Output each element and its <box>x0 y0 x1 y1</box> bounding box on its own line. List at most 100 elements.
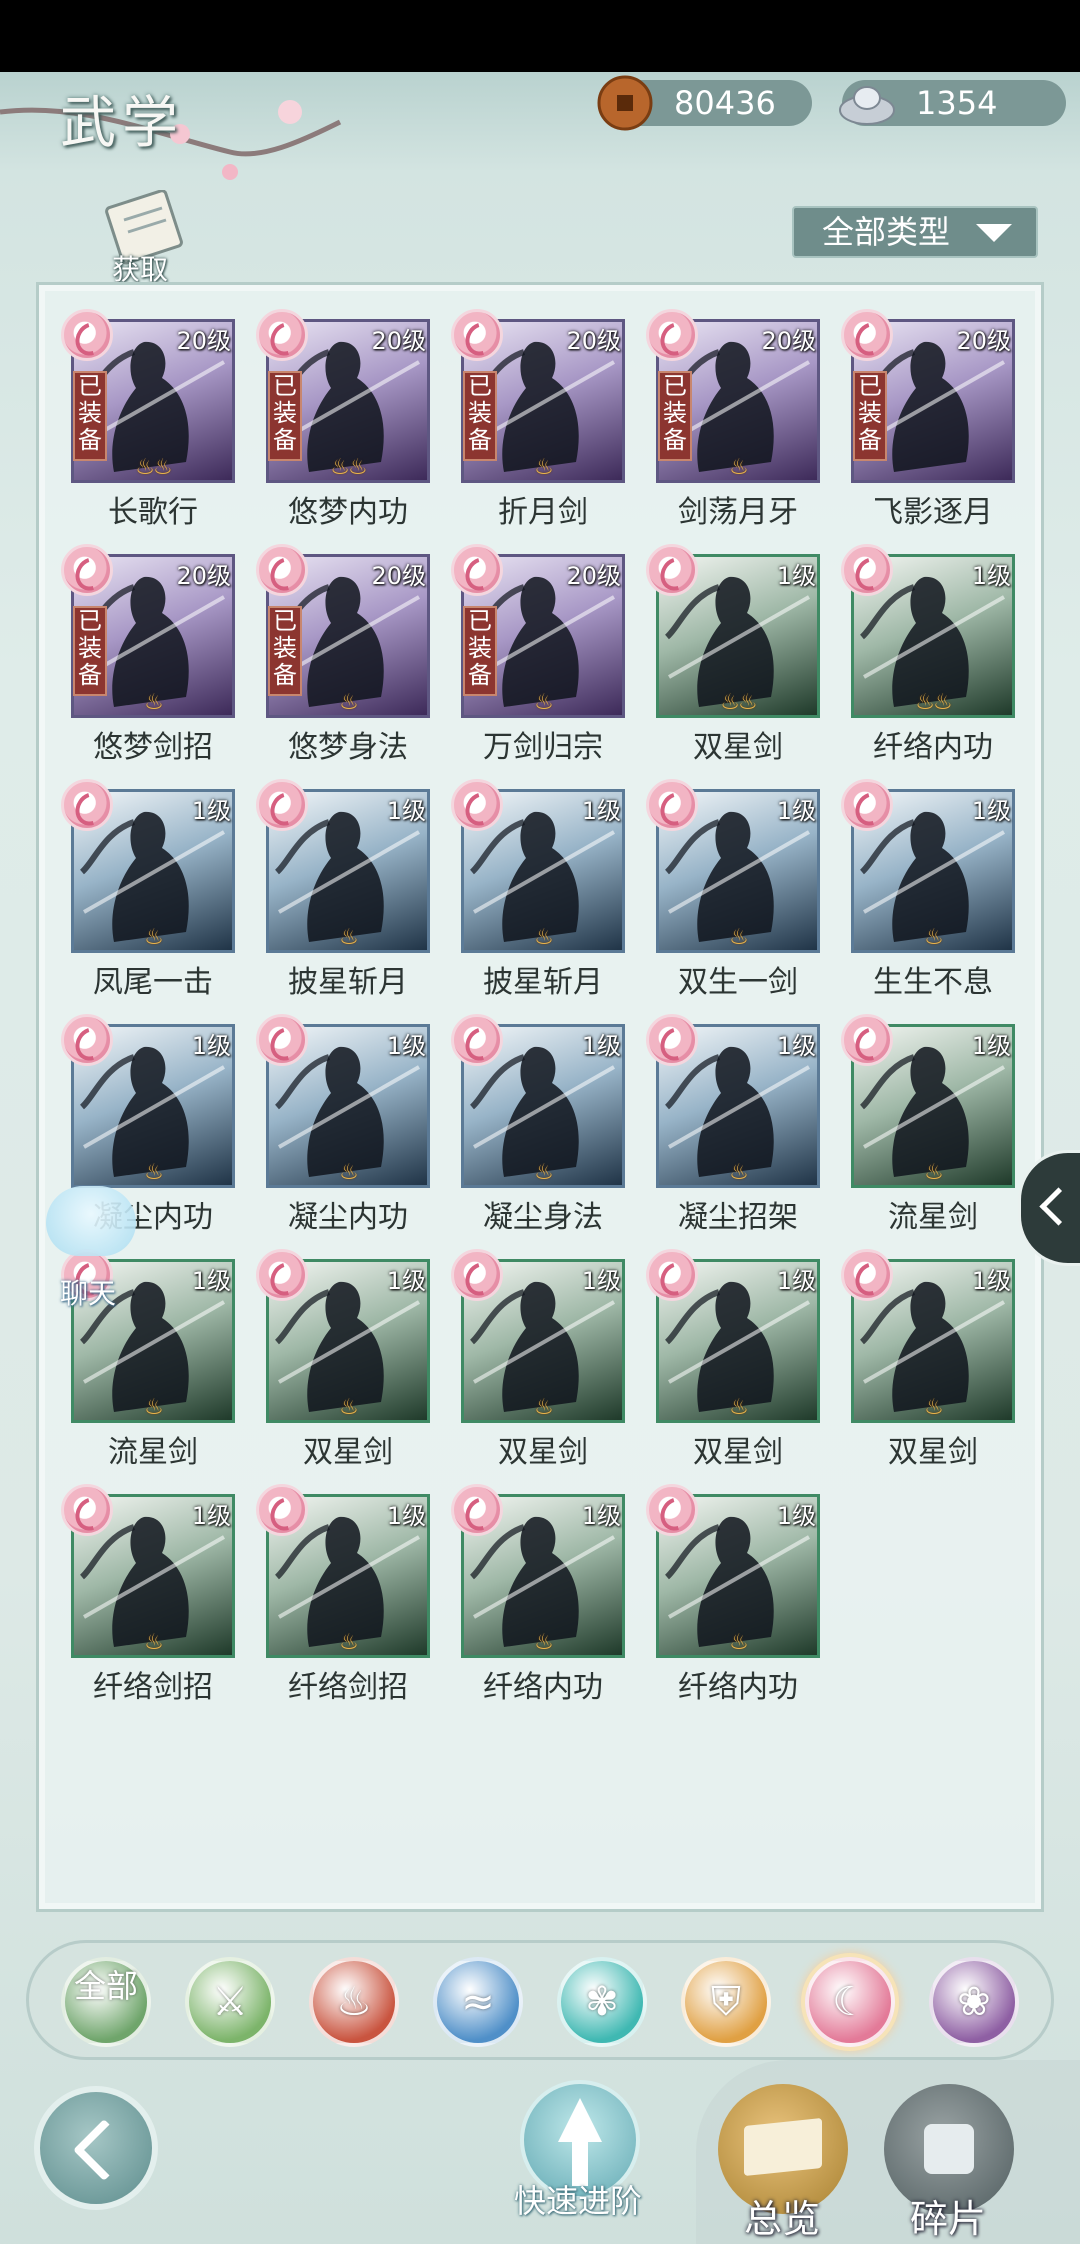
moon-school-badge-icon <box>256 779 308 831</box>
skill-level: 1级 <box>386 1032 426 1060</box>
skill-level: 20级 <box>176 327 231 355</box>
back-button[interactable] <box>34 2086 158 2210</box>
skill-card[interactable]: 1级 ♨ 纤络剑招 <box>256 1484 430 1705</box>
skill-card[interactable]: 1级 ♨ 双星剑 <box>256 1249 430 1470</box>
category-moon-button[interactable]: ☾ <box>805 1957 895 2047</box>
page-title: 武学 <box>60 91 184 156</box>
skill-card[interactable]: 20级 已装备 ♨♨ 长歌行 <box>61 309 235 530</box>
skill-level: 20级 <box>371 562 426 590</box>
equipped-tag: 已装备 <box>463 371 497 461</box>
chat-mascot-icon <box>46 1186 136 1256</box>
moon-school-badge-icon <box>646 309 698 361</box>
category-fire-button[interactable]: ♨ <box>309 1957 399 2047</box>
silver-amount: 1354 <box>916 84 998 122</box>
skill-card[interactable]: 1级 ♨ 凝尘内功 <box>256 1014 430 1235</box>
category-all-button[interactable]: 全部 <box>61 1957 151 2047</box>
flame-rank-icon: ♨ <box>729 1160 749 1185</box>
moon-school-badge-icon <box>841 1014 893 1066</box>
flame-rank-icon: ♨ <box>339 925 359 950</box>
flame-rank-icon: ♨ <box>144 1630 164 1655</box>
category-rose-button[interactable]: ❀ <box>929 1957 1019 2047</box>
moon-school-badge-icon <box>646 1249 698 1301</box>
skill-card[interactable]: 20级 已装备 ♨ 万剑归宗 <box>451 544 625 765</box>
moon-school-badge-icon <box>841 1249 893 1301</box>
type-filter-dropdown[interactable]: 全部类型 <box>792 206 1038 258</box>
skill-card[interactable]: 1级 ♨♨ 双星剑 <box>646 544 820 765</box>
skill-card[interactable]: 1级 ♨ 凝尘招架 <box>646 1014 820 1235</box>
skill-name: 凝尘内功 <box>288 1200 408 1235</box>
skill-card[interactable]: 1级 ♨ 凝尘身法 <box>451 1014 625 1235</box>
moon-school-badge-icon <box>841 779 893 831</box>
flame-rank-icon: ♨ <box>339 1160 359 1185</box>
skill-card[interactable]: 1级 ♨ 披星斩月 <box>256 779 430 1000</box>
skill-name: 披星斩月 <box>288 965 408 1000</box>
moon-school-badge-icon <box>646 1484 698 1536</box>
skill-level: 1级 <box>971 562 1011 590</box>
overview-label[interactable]: 总览 <box>744 2188 820 2243</box>
skill-level: 1级 <box>971 797 1011 825</box>
flame-rank-icon: ♨ <box>729 925 749 950</box>
skill-card[interactable]: 20级 已装备 飞影逐月 <box>841 309 1015 530</box>
equipped-tag: 已装备 <box>73 606 107 696</box>
skill-level: 1级 <box>191 1502 231 1530</box>
skill-card[interactable]: 1级 ♨ 披星斩月 <box>451 779 625 1000</box>
skill-card[interactable]: 20级 已装备 ♨ 悠梦剑招 <box>61 544 235 765</box>
skill-name: 悠梦剑招 <box>93 730 213 765</box>
skill-card[interactable]: 1级 ♨ 双星剑 <box>646 1249 820 1470</box>
moon-school-badge-icon <box>841 544 893 596</box>
copper-coin-icon <box>597 75 653 131</box>
skill-card[interactable]: 20级 已装备 ♨♨ 悠梦内功 <box>256 309 430 530</box>
skill-level: 1级 <box>581 1502 621 1530</box>
skill-card[interactable]: 1级 ♨ 凤尾一击 <box>61 779 235 1000</box>
skill-level: 20级 <box>566 327 621 355</box>
skill-level: 1级 <box>191 1032 231 1060</box>
moon-school-badge-icon <box>61 1014 113 1066</box>
skill-level: 1级 <box>386 1267 426 1295</box>
flame-rank-icon: ♨ <box>339 690 359 715</box>
skill-card[interactable]: 20级 已装备 ♨ 剑荡月牙 <box>646 309 820 530</box>
skill-level: 1级 <box>191 1267 231 1295</box>
moon-school-badge-icon <box>451 544 503 596</box>
skill-card[interactable]: 1级 ♨ 双星剑 <box>841 1249 1015 1470</box>
moon-school-badge-icon <box>451 1014 503 1066</box>
skill-card[interactable]: 20级 已装备 ♨ 悠梦身法 <box>256 544 430 765</box>
skill-card[interactable]: 1级 ♨ 双生一剑 <box>646 779 820 1000</box>
flame-rank-icon: ♨ <box>339 1630 359 1655</box>
skill-level: 1级 <box>776 1032 816 1060</box>
skill-card[interactable]: 1级 ♨♨ 纤络内功 <box>841 544 1015 765</box>
category-butterfly-button[interactable]: ✾ <box>557 1957 647 2047</box>
skill-card[interactable]: 1级 ♨ 纤络剑招 <box>61 1484 235 1705</box>
quick-advance-label[interactable]: 快速进阶 <box>514 2176 642 2222</box>
skill-level: 20级 <box>176 562 231 590</box>
category-shield-button[interactable]: ⛨ <box>681 1957 771 2047</box>
skill-name: 悠梦内功 <box>288 495 408 530</box>
category-sword-button[interactable]: ⚔ <box>185 1957 275 2047</box>
flame-rank-icon: ♨ <box>144 925 164 950</box>
flame-rank-icon: ♨ <box>534 690 554 715</box>
category-wave-button[interactable]: ≈ <box>433 1957 523 2047</box>
equipped-tag: 已装备 <box>73 371 107 461</box>
skill-name: 剑荡月牙 <box>678 495 798 530</box>
fragments-label[interactable]: 碎片 <box>910 2188 986 2243</box>
skill-card[interactable]: 1级 ♨ 生生不息 <box>841 779 1015 1000</box>
chat-button[interactable]: 聊天 <box>38 1186 148 1310</box>
skill-name: 双星剑 <box>888 1435 978 1470</box>
skill-card[interactable]: 20级 已装备 ♨ 折月剑 <box>451 309 625 530</box>
skills-panel: 20级 已装备 ♨♨ 长歌行 20级 已装备 ♨♨ 悠梦内功 20级 已装备 ♨ 折月剑 20级 已装备 ♨… <box>36 282 1044 1912</box>
skill-level: 1级 <box>191 797 231 825</box>
silver-ingot-icon <box>839 86 895 125</box>
skill-card[interactable]: 1级 ♨ 纤络内功 <box>646 1484 820 1705</box>
flame-rank-icon: ♨ <box>534 455 554 480</box>
skill-card[interactable]: 1级 ♨ 双星剑 <box>451 1249 625 1470</box>
skill-level: 1级 <box>581 1032 621 1060</box>
skill-name: 飞影逐月 <box>873 495 993 530</box>
book-icon <box>744 2117 822 2177</box>
skill-card[interactable]: 1级 ♨ 纤络内功 <box>451 1484 625 1705</box>
skill-card[interactable]: 1级 ♨ 流星剑 <box>841 1014 1015 1235</box>
chat-label: 聊天 <box>60 1277 117 1310</box>
flame-rank-icon: ♨ <box>729 455 749 480</box>
skill-level: 1级 <box>581 797 621 825</box>
flame-rank-icon: ♨ <box>924 1160 944 1185</box>
skill-name: 披星斩月 <box>483 965 603 1000</box>
skill-level: 20级 <box>956 327 1011 355</box>
